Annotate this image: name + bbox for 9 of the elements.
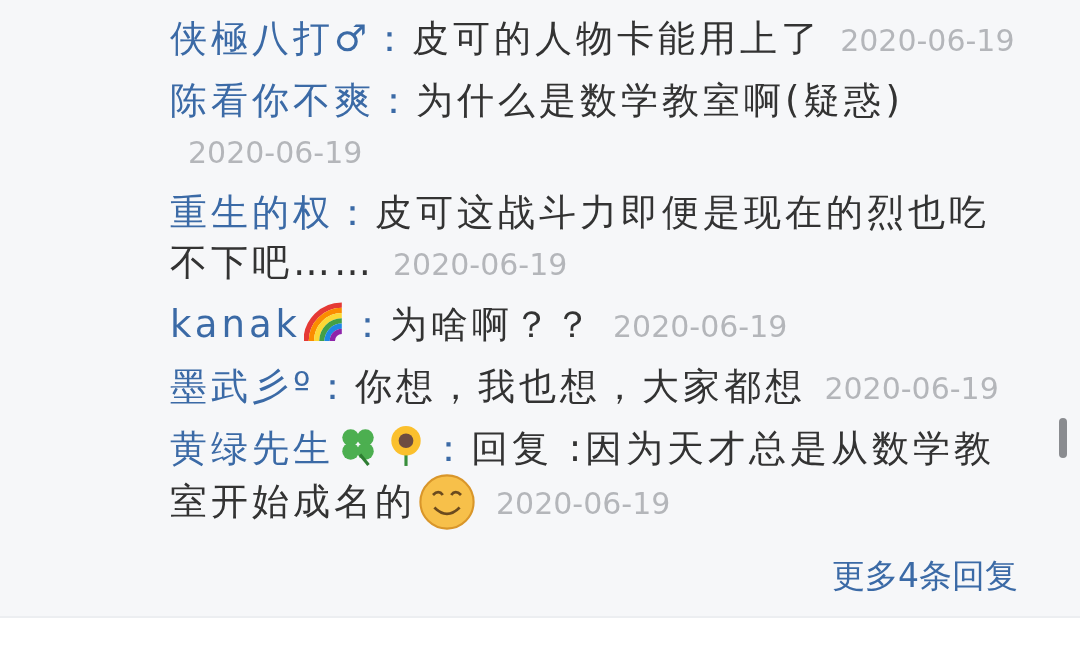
reply-comment: 陈看你不爽：为什么是数学教室啊(疑惑) 2020-06-19 bbox=[170, 78, 905, 172]
scrollbar bbox=[1059, 418, 1067, 458]
reply-comment: 墨武彡º：你想，我也想，大家都想 2020-06-19 bbox=[170, 364, 1000, 410]
reply-comment: 黄绿先生 ：回复 :因为天才总是从数学教室开始成名的 2020-06-19 bbox=[170, 424, 1022, 530]
reply-comment: kanak ：为啥啊？？ 2020-06-19 bbox=[170, 300, 789, 348]
more-replies-link[interactable]: 更多4条回复 bbox=[832, 556, 1018, 595]
smiley-icon bbox=[419, 474, 475, 530]
reply-comment: 重生的权：皮可这战斗力即便是现在的烈也吃不下吧…… 2020-06-19 bbox=[170, 190, 991, 286]
reply-comment: 侠極八打♂：皮可的人物卡能用上了 2020-06-19 bbox=[170, 16, 1016, 62]
